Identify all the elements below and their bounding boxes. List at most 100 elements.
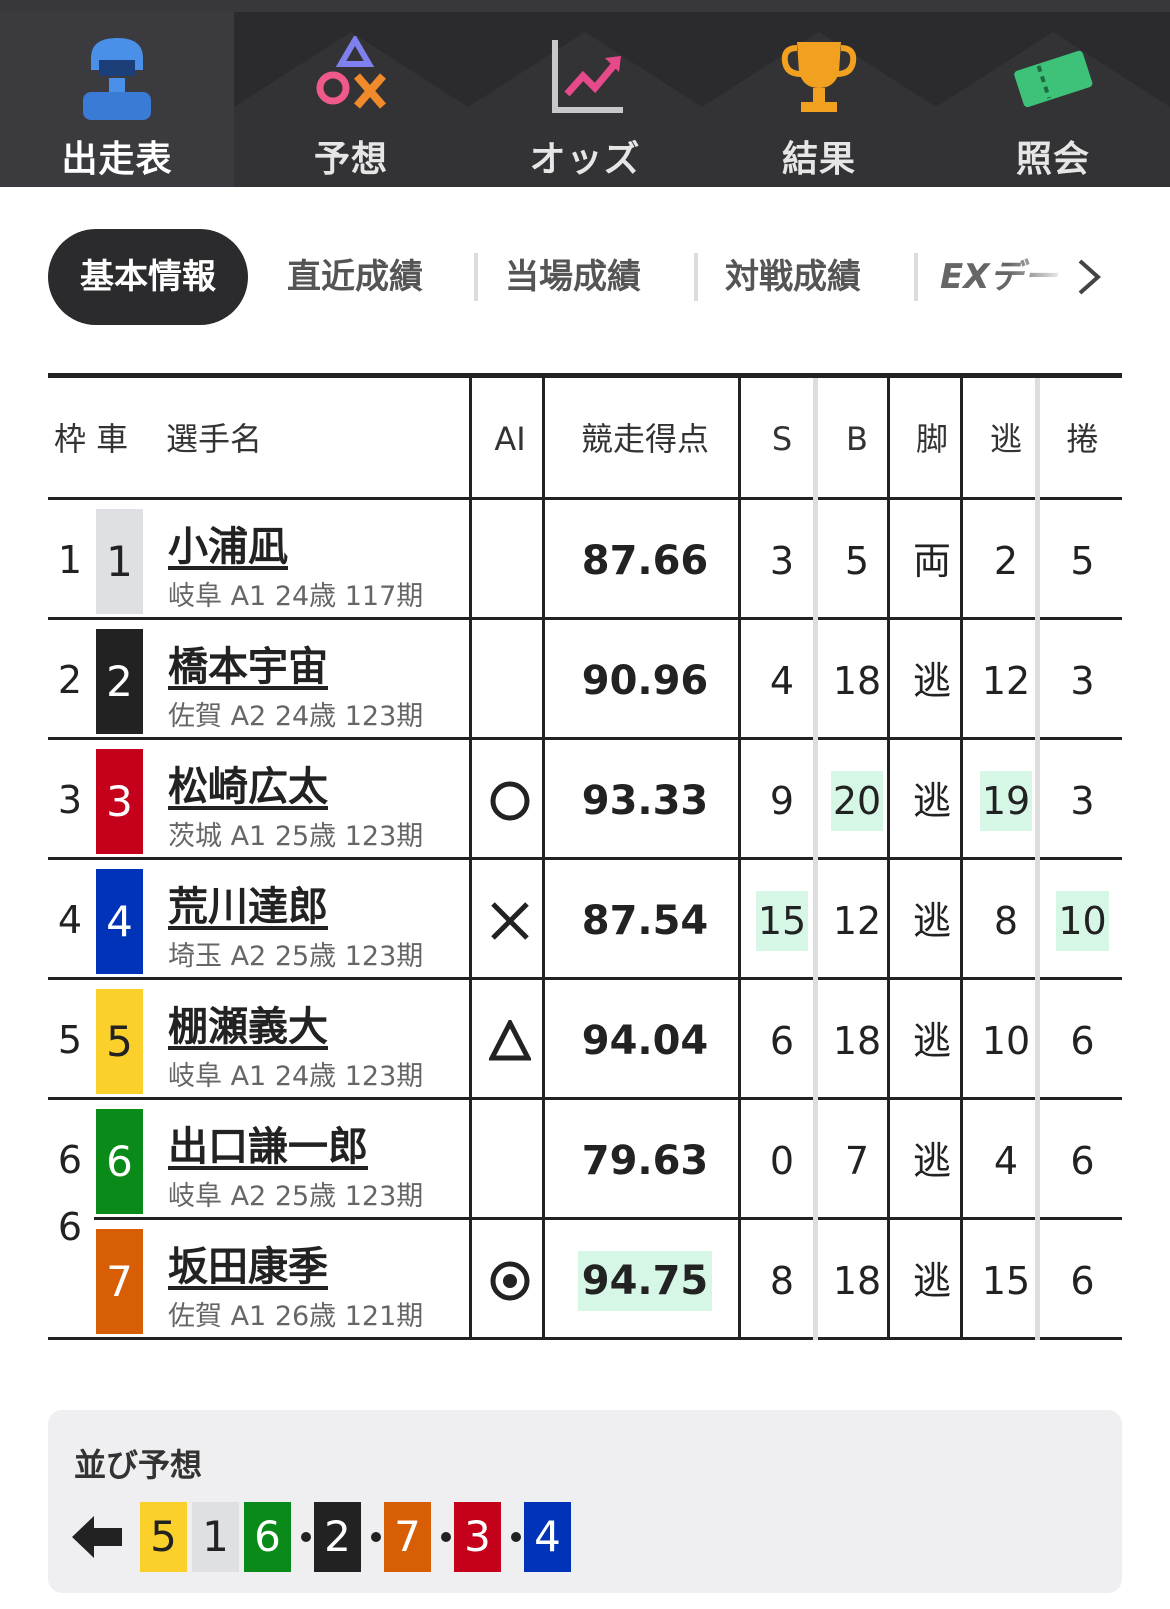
column-rule-light <box>813 378 818 1340</box>
stat-s-value: 4 <box>769 659 795 703</box>
nav-tab-prediction[interactable]: 予想 <box>234 12 468 187</box>
stat-s-value: 6 <box>769 1019 795 1063</box>
player-name-link[interactable]: 松崎広太 <box>168 754 328 812</box>
race-score-value: 93.33 <box>581 778 709 824</box>
ai-mark <box>473 740 547 863</box>
sub-tabs: 基本情報 直近成績 当場成績 対戦成績 EXデー <box>48 229 1122 325</box>
stat-nige-value: 19 <box>979 771 1033 831</box>
stat-kyaku: 逃 <box>895 740 969 863</box>
stat-s: 8 <box>745 1220 819 1343</box>
line-separator-dot <box>371 1532 381 1542</box>
line-car-badge: 5 <box>140 1502 187 1572</box>
waku-number: 4 <box>57 898 83 942</box>
ai-mark <box>473 500 547 623</box>
header-ai: AI <box>494 420 526 458</box>
line-separator-dot <box>301 1532 311 1542</box>
stat-s: 9 <box>745 740 819 863</box>
stat-s: 3 <box>745 500 819 623</box>
rider-icon <box>83 38 151 120</box>
subtab-separator <box>694 253 698 301</box>
player-name-link[interactable]: 坂田康季 <box>168 1234 328 1292</box>
stat-kyaku-value: 逃 <box>912 659 951 703</box>
stat-b: 18 <box>819 980 895 1103</box>
player-name-link[interactable]: 棚瀬義大 <box>168 994 328 1052</box>
line-prediction-title: 並び予想 <box>74 1446 203 1484</box>
stat-s: 4 <box>745 620 819 743</box>
stat-s-value: 8 <box>769 1259 795 1303</box>
car-number-badge: 3 <box>96 749 143 854</box>
player-name-link[interactable]: 橋本宇宙 <box>168 634 328 692</box>
stat-makuri-value: 3 <box>1070 659 1095 703</box>
stat-s: 15 <box>745 860 819 983</box>
line-car-badge: 4 <box>524 1502 571 1572</box>
stat-nige: 15 <box>969 1220 1043 1343</box>
stat-b: 12 <box>819 860 895 983</box>
stat-s-value: 3 <box>769 539 795 583</box>
stat-b-value: 5 <box>844 539 870 583</box>
car-number-badge: 4 <box>96 869 143 974</box>
header-s: S <box>771 420 793 458</box>
stat-kyaku-value: 逃 <box>912 899 951 943</box>
stat-nige-value: 2 <box>993 539 1019 583</box>
nav-tab-result[interactable]: 結果 <box>702 12 936 187</box>
race-score: 93.33 <box>545 740 745 863</box>
nav-tab-inquiry[interactable]: 照会 <box>936 12 1170 187</box>
ticket-icon <box>1014 50 1093 108</box>
nav-label: 結果 <box>781 139 856 180</box>
player-info: 佐賀 A1 26歳 121期 <box>168 1301 424 1332</box>
stat-makuri-value: 10 <box>1056 891 1109 951</box>
ai-mark <box>473 980 547 1103</box>
player-info: 埼玉 A2 25歳 123期 <box>168 941 424 972</box>
stat-b-value: 18 <box>832 1259 882 1303</box>
race-score-value: 94.75 <box>577 1251 713 1311</box>
chevron-right-icon[interactable] <box>1070 259 1106 295</box>
stat-kyaku-value: 両 <box>912 539 951 583</box>
player-name-link[interactable]: 荒川達郎 <box>168 874 328 932</box>
stat-b-value: 18 <box>832 659 882 703</box>
trophy-icon <box>781 42 857 112</box>
stat-b-value: 7 <box>844 1139 870 1183</box>
subtab-basic-info[interactable]: 基本情報 <box>48 229 248 325</box>
race-score: 94.75 <box>545 1220 745 1343</box>
subtab-matchup-results[interactable]: 対戦成績 <box>708 229 878 325</box>
race-score: 87.54 <box>545 860 745 983</box>
stat-b-value: 18 <box>832 1019 882 1063</box>
nav-label: オッズ <box>529 139 641 180</box>
row-rule <box>94 1217 1122 1220</box>
header-b: B <box>846 420 868 458</box>
stat-makuri: 6 <box>1043 1100 1122 1223</box>
stat-kyaku-value: 逃 <box>912 779 951 823</box>
subtab-venue-results[interactable]: 当場成績 <box>488 229 658 325</box>
line-car-badge: 1 <box>192 1502 239 1572</box>
player-name-link[interactable]: 出口謙一郎 <box>168 1114 368 1172</box>
player-info: 岐阜 A2 25歳 123期 <box>168 1181 424 1212</box>
car-number-badge: 7 <box>96 1229 143 1334</box>
header-score: 競走得点 <box>580 420 709 458</box>
header-kyaku: 脚 <box>915 420 948 458</box>
line-prediction-panel: 並び予想 5162734 <box>48 1410 1122 1593</box>
nav-tab-odds[interactable]: オッズ <box>468 12 702 187</box>
stat-makuri-value: 3 <box>1070 779 1095 823</box>
car-number-badge: 6 <box>96 1109 143 1214</box>
player-name-link[interactable]: 小浦凪 <box>168 514 288 572</box>
stat-s-value: 15 <box>755 891 809 951</box>
stat-nige-value: 4 <box>993 1139 1019 1183</box>
subtab-fade <box>1008 229 1068 325</box>
nav-tab-entry[interactable]: 出走表 <box>0 12 234 187</box>
waku-number: 3 <box>57 778 83 822</box>
stat-makuri-value: 6 <box>1070 1139 1095 1183</box>
race-score-value: 87.66 <box>581 538 709 584</box>
line-separator-dot <box>441 1532 451 1542</box>
stat-nige: 19 <box>969 740 1043 863</box>
cross-mark-icon <box>491 902 529 940</box>
stat-nige: 8 <box>969 860 1043 983</box>
race-score-value: 87.54 <box>581 898 709 944</box>
stat-kyaku: 逃 <box>895 980 969 1103</box>
subtab-recent-results[interactable]: 直近成績 <box>270 229 440 325</box>
stat-makuri-value: 6 <box>1070 1259 1095 1303</box>
stat-makuri: 6 <box>1043 980 1122 1103</box>
stat-b: 20 <box>819 740 895 863</box>
stat-b: 5 <box>819 500 895 623</box>
waku-number: 6 <box>57 1138 83 1182</box>
stat-s-value: 9 <box>769 779 795 823</box>
